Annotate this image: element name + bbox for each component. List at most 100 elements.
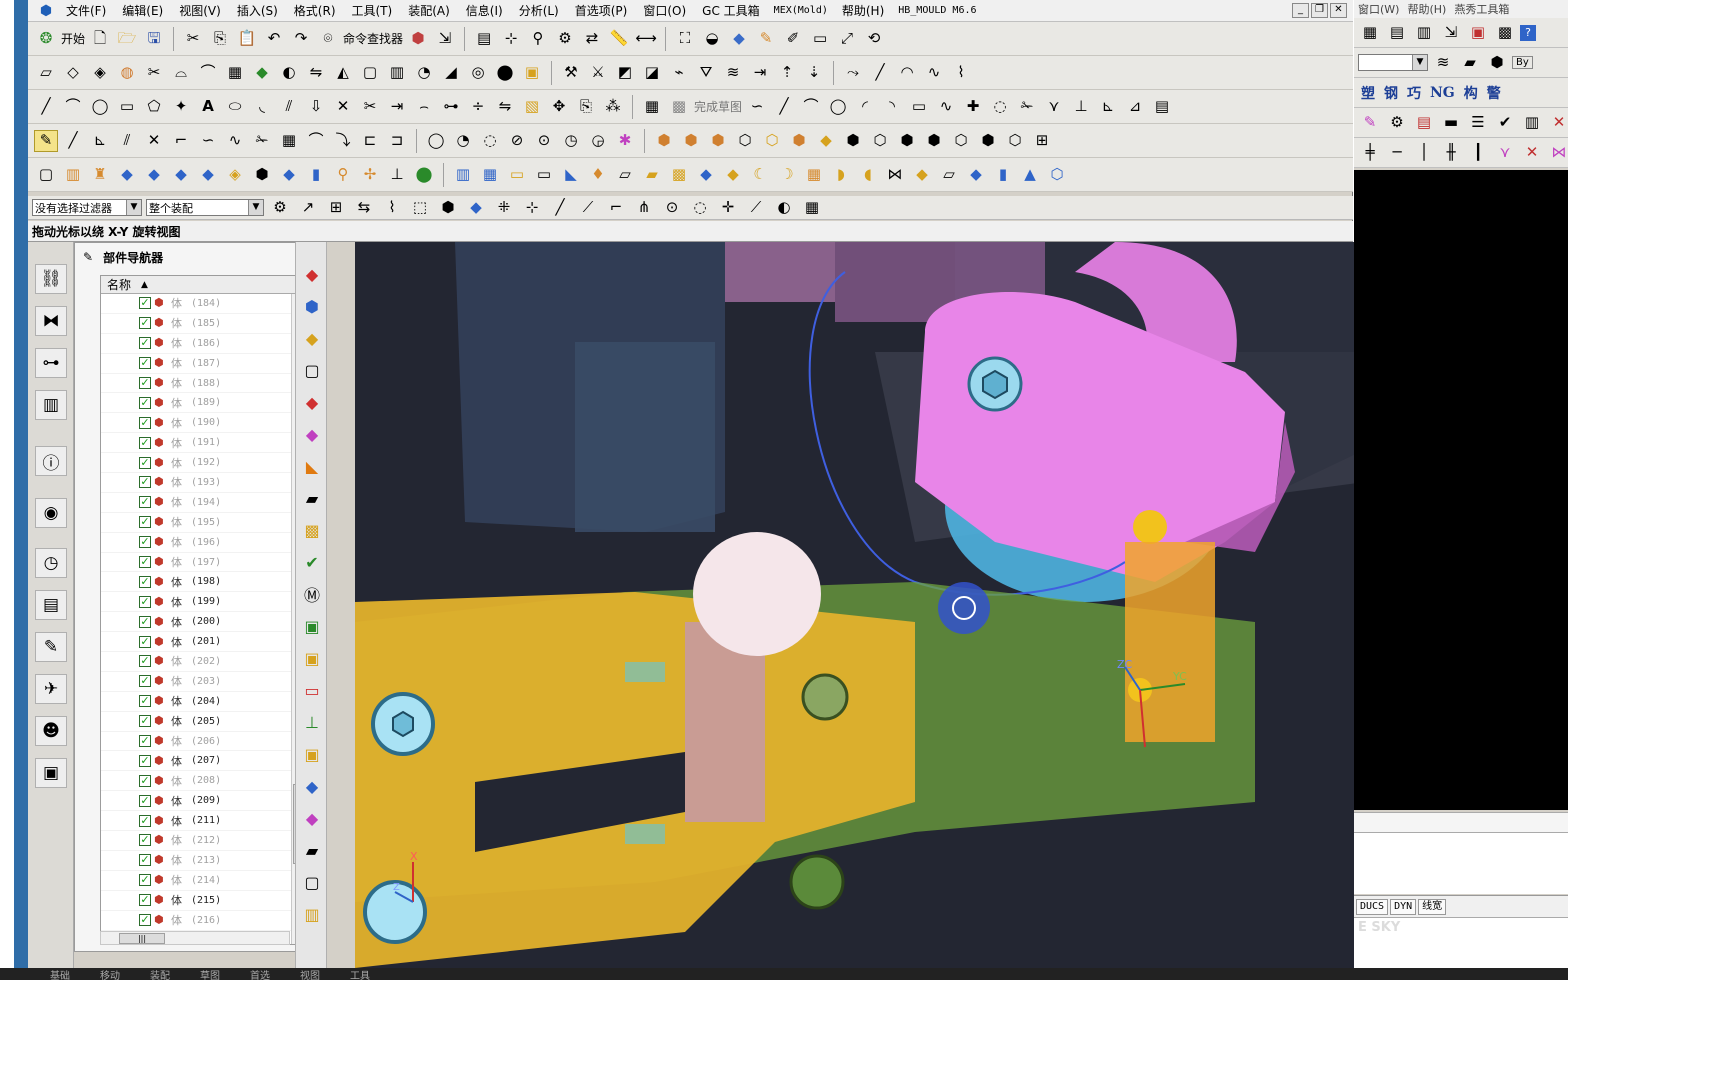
mold-solid-icon[interactable]: ◆ [196, 164, 220, 186]
blue-stack-icon[interactable]: ◆ [300, 774, 324, 798]
tree-row[interactable]: ✓ ⬢ 体 (187) [101, 354, 307, 374]
mate-comp-icon[interactable]: ⬡ [733, 130, 757, 152]
bottom-item-5[interactable]: 视图 [300, 967, 320, 981]
tree-row[interactable]: ✓ ⬢ 体 (211) [101, 811, 307, 832]
menu-edit[interactable]: 编辑(E) [114, 2, 171, 19]
move-curve-icon[interactable]: ✥ [547, 96, 571, 118]
mold-sphere-icon[interactable]: ⬡ [1045, 164, 1069, 186]
menu-view[interactable]: 视图(V) [171, 2, 229, 19]
new-comp-icon[interactable]: ⬢ [706, 130, 730, 152]
draft-icon[interactable]: ◭ [331, 62, 355, 84]
sketch-settings-icon[interactable]: ▤ [1150, 96, 1174, 118]
tree-row[interactable]: ✓ ⬢ 体 (206) [101, 732, 307, 752]
tree-row[interactable]: ✓ ⬢ 体 (213) [101, 851, 307, 871]
menu-window[interactable]: 窗口(O) [635, 2, 694, 19]
list-icon[interactable]: ☰ [1466, 112, 1490, 134]
parting-icon[interactable]: ⚔ [586, 62, 610, 84]
sheet-icon[interactable]: ◇ [61, 62, 85, 84]
import-icon[interactable]: ⇲ [1439, 22, 1463, 44]
offset-region-icon[interactable]: ⫽ [115, 130, 139, 152]
tree-row[interactable]: ✓ ⬢ 体 (197) [101, 553, 307, 573]
join-icon[interactable]: ⊶ [439, 96, 463, 118]
layers-icon[interactable]: ≋ [1431, 52, 1455, 74]
constraint-nav-icon[interactable]: ⊞ [1030, 130, 1054, 152]
circle-angle-icon[interactable]: ◷ [559, 130, 583, 152]
mold-support-icon[interactable]: ⊥ [385, 164, 409, 186]
help-icon[interactable]: ? [1520, 24, 1536, 41]
visibility-checkbox[interactable]: ✓ [139, 595, 151, 608]
pattern-face-icon[interactable]: ⤵ [331, 130, 355, 152]
visibility-checkbox[interactable]: ✓ [139, 476, 151, 489]
circle-offset-icon[interactable]: ◶ [586, 130, 610, 152]
visibility-checkbox[interactable]: ✓ [139, 516, 151, 529]
mold-grid-icon[interactable]: ▦ [802, 164, 826, 186]
text-icon[interactable]: A [196, 96, 220, 118]
sketch-line-icon[interactable]: ╱ [772, 96, 796, 118]
visibility-checkbox[interactable]: ✓ [139, 575, 151, 588]
tree-row[interactable]: ✓ ⬢ 体 (195) [101, 513, 307, 533]
offset-icon[interactable]: ⌓ [169, 62, 193, 84]
mold-bend-icon[interactable]: ◗ [829, 164, 853, 186]
tree-row[interactable]: ✓ ⬢ 体 (198) [101, 572, 307, 593]
mirror-curve-icon[interactable]: ⇋ [493, 96, 517, 118]
secondary-menu-window[interactable]: 窗口(W) [1358, 1, 1399, 17]
trim-icon[interactable]: ✂ [142, 62, 166, 84]
visibility-checkbox[interactable]: ✓ [139, 715, 151, 728]
blue-layer-icon[interactable]: ▰ [300, 838, 324, 862]
visibility-checkbox[interactable]: ✓ [139, 456, 151, 469]
redo-icon[interactable]: ↷ [289, 28, 313, 50]
tree-row[interactable]: ✓ ⬢ 体 (207) [101, 751, 307, 772]
check-icon[interactable]: ✔ [300, 550, 324, 574]
tree-row[interactable]: ✓ ⬢ 体 (194) [101, 493, 307, 513]
tree-row[interactable]: ✓ ⬢ 体 (216) [101, 911, 307, 931]
mold-m-icon[interactable]: Ⓜ [300, 582, 324, 606]
paste-face-icon[interactable]: ▦ [277, 130, 301, 152]
menu-analysis[interactable]: 分析(L) [511, 2, 567, 19]
part-navigator-icon[interactable]: ⊶ [35, 348, 67, 378]
intersect-icon[interactable]: ✕ [331, 96, 355, 118]
mold-sleeve-icon[interactable]: ◆ [277, 164, 301, 186]
visibility-checkbox[interactable]: ✓ [139, 675, 151, 688]
stack-icon[interactable]: ▰ [1458, 52, 1482, 74]
control-point-icon[interactable]: ⌐ [604, 197, 628, 219]
select-all-icon[interactable]: ⊞ [324, 197, 348, 219]
mold-flame-icon[interactable]: ♦ [586, 164, 610, 186]
visibility-checkbox[interactable]: ✓ [139, 834, 151, 847]
tree-row[interactable]: ✓ ⬢ 体 (191) [101, 433, 307, 454]
cross-line-icon[interactable]: ✕ [1520, 142, 1544, 164]
core-icon[interactable]: ◩ [613, 62, 637, 84]
visibility-checkbox[interactable]: ✓ [139, 695, 151, 708]
mold-wedge-icon[interactable]: ◣ [559, 164, 583, 186]
mold-rect-icon[interactable]: ▭ [505, 164, 529, 186]
tree-row[interactable]: ✓ ⬢ 体 (205) [101, 712, 307, 732]
lifter-icon[interactable]: ⇡ [775, 62, 799, 84]
profile-icon[interactable]: ∽ [745, 96, 769, 118]
paste-icon[interactable]: 📋 [235, 28, 259, 50]
mold-spring-icon[interactable]: ⚲ [331, 164, 355, 186]
invert-select-icon[interactable]: ⇆ [352, 197, 376, 219]
tree-row[interactable]: ✓ ⬢ 体 (202) [101, 652, 307, 672]
pin-icon[interactable]: ✎ [83, 250, 93, 264]
color-combo-tag[interactable]: By [1512, 56, 1533, 69]
replace-face-icon[interactable]: ✕ [142, 130, 166, 152]
arc-tool-icon[interactable]: ◠ [895, 62, 919, 84]
make-corner-icon[interactable]: ⊥ [1069, 96, 1093, 118]
restore-button[interactable]: ❐ [1311, 3, 1328, 18]
rectangle-icon[interactable]: ▭ [115, 96, 139, 118]
mold-check-icon[interactable]: ✔ [1493, 112, 1517, 134]
mold-flat-icon[interactable]: ▱ [613, 164, 637, 186]
menu-preferences[interactable]: 首选项(P) [567, 2, 636, 19]
shell-icon[interactable]: ▢ [358, 62, 382, 84]
secondary-dropdown[interactable]: ▼ [1358, 54, 1428, 71]
visibility-checkbox[interactable]: ✓ [139, 735, 151, 748]
tree-row[interactable]: ✓ ⬢ 体 (212) [101, 831, 307, 851]
runner-icon[interactable]: ⌁ [667, 62, 691, 84]
split-line-icon[interactable]: ╪ [1358, 142, 1382, 164]
paint-icon[interactable]: ✱ [613, 130, 637, 152]
magenta-shape-icon[interactable]: ◆ [300, 422, 324, 446]
visibility-checkbox[interactable]: ✓ [139, 854, 151, 867]
add-comp-icon[interactable]: ⬢ [679, 130, 703, 152]
visibility-checkbox[interactable]: ✓ [139, 357, 151, 370]
chamfer-icon[interactable]: ◢ [439, 62, 463, 84]
end-point-icon[interactable]: ╱ [548, 197, 572, 219]
